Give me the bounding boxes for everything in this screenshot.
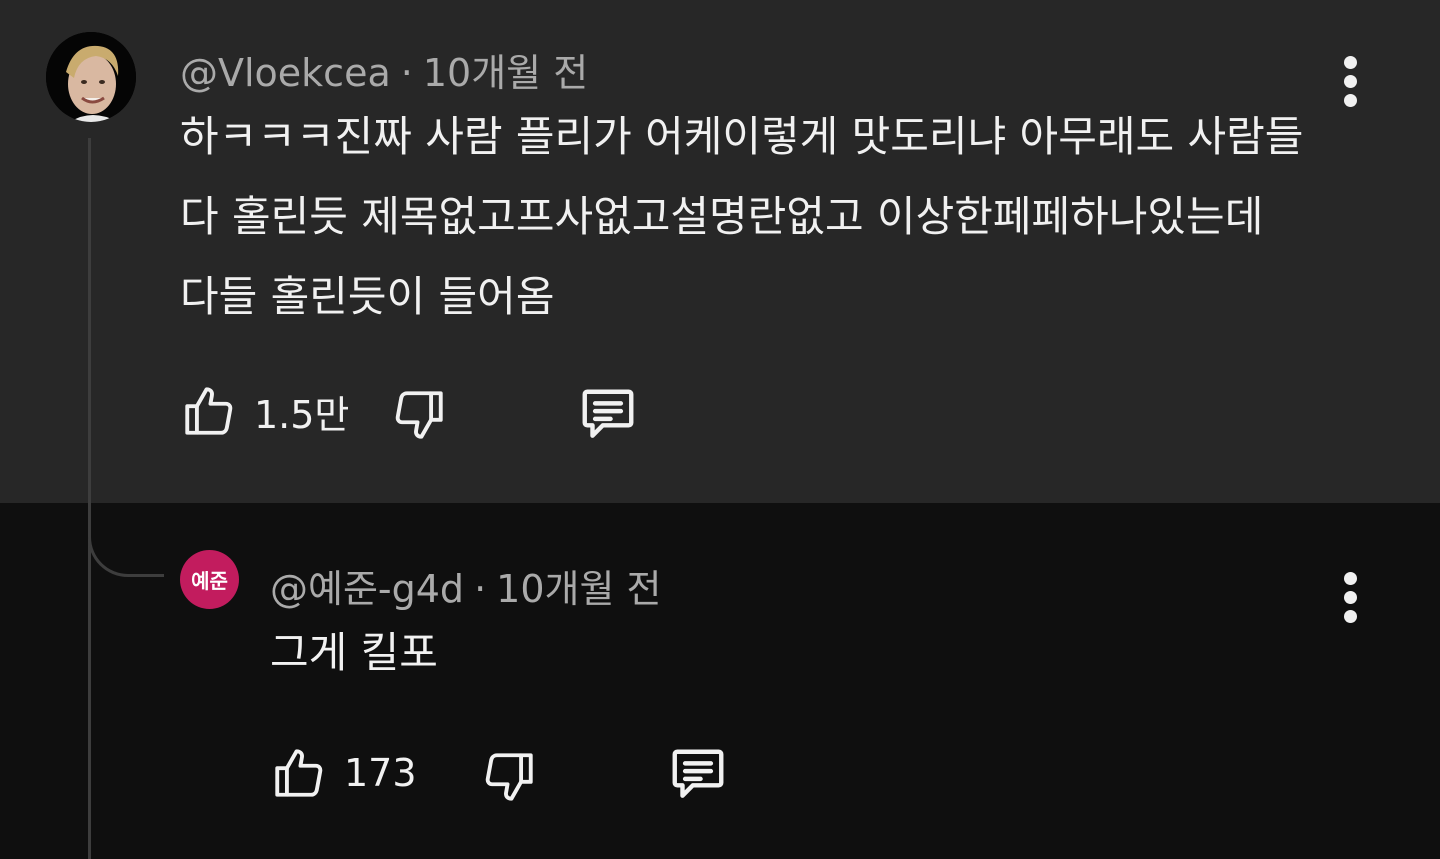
- meta-separator: ·: [474, 567, 487, 611]
- thumbs-down-icon: [390, 386, 448, 444]
- avatar[interactable]: [46, 32, 136, 122]
- avatar-photo: [46, 32, 136, 122]
- reply-author-handle[interactable]: @예준-g4d: [270, 567, 464, 611]
- reply-time[interactable]: 10개월 전: [496, 567, 661, 611]
- comment-text: 하ㅋㅋㅋ진짜 사람 플리가 어케이렇게 맛도리냐 아무래도 사람들 다 홀린듯 …: [180, 97, 1303, 337]
- like-button[interactable]: 1.5만: [180, 382, 349, 440]
- reply-button[interactable]: [576, 384, 640, 446]
- like-count: 1.5만: [254, 392, 350, 437]
- more-vertical-icon[interactable]: [1340, 56, 1360, 116]
- like-count: 173: [344, 751, 417, 795]
- more-vertical-icon[interactable]: [1340, 572, 1360, 632]
- thumbs-down-icon: [480, 748, 538, 806]
- reply-like-button[interactable]: 173: [270, 744, 417, 802]
- comment-meta: @Vloekcea · 10개월 전: [180, 42, 588, 97]
- reply-text: 그게 킬포: [270, 628, 438, 677]
- reply-comment-icon: [666, 744, 730, 806]
- reply-dislike-button[interactable]: [480, 748, 538, 806]
- thread-connector: [88, 495, 164, 577]
- reply-comment-icon: [576, 384, 640, 446]
- comments-section: @Vloekcea · 10개월 전 하ㅋㅋㅋ진짜 사람 플리가 어케이렇게 맛도리…: [0, 0, 1440, 859]
- dislike-button[interactable]: [390, 386, 448, 444]
- comment-line: 다들 홀린듯이 들어옴: [180, 272, 555, 321]
- author-handle[interactable]: @Vloekcea: [180, 51, 391, 95]
- comment-line: 다 홀린듯 제목없고프사없고설명란없고 이상한페페하나있는데: [180, 192, 1264, 241]
- comment-line: 하ㅋㅋㅋ진짜 사람 플리가 어케이렇게 맛도리냐 아무래도 사람들: [180, 112, 1304, 161]
- reply-meta: @예준-g4d · 10개월 전: [270, 558, 661, 613]
- thumbs-up-icon: [270, 744, 328, 802]
- thumbs-up-icon: [180, 382, 238, 440]
- reply-avatar[interactable]: 예준: [180, 550, 239, 609]
- reply-reply-button[interactable]: [666, 744, 730, 806]
- meta-separator: ·: [400, 51, 413, 95]
- comment-time[interactable]: 10개월 전: [423, 51, 588, 95]
